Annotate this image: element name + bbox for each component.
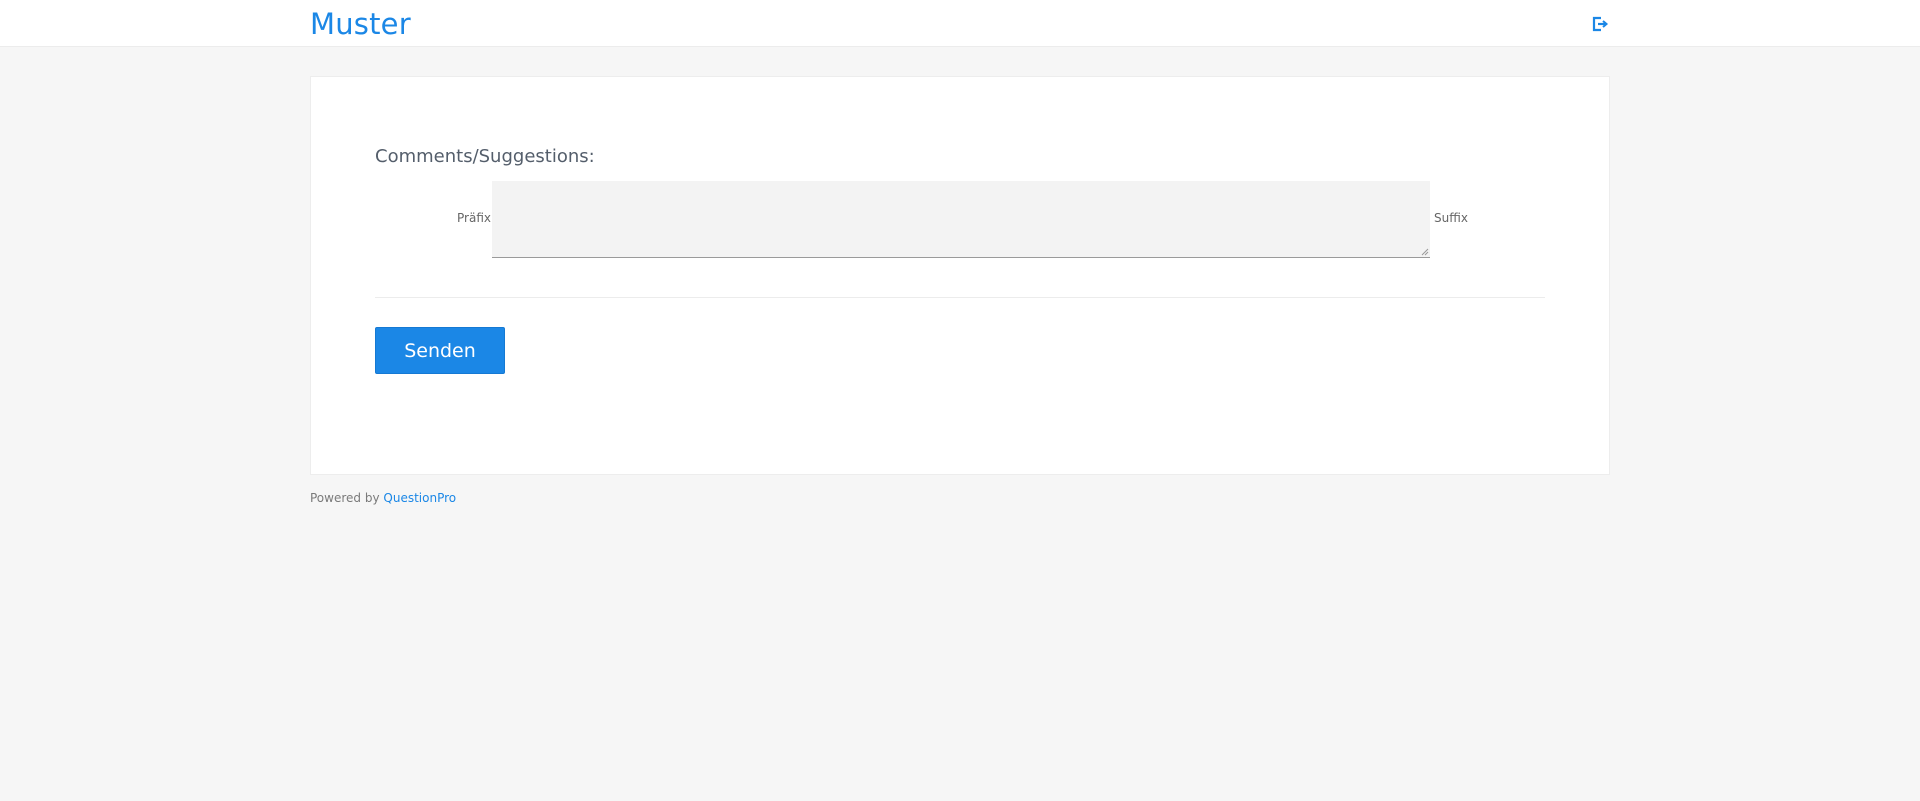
exit-survey-button[interactable] <box>1590 14 1610 34</box>
suffix-label: Suffix <box>1434 211 1468 225</box>
survey-card: Comments/Suggestions: Präfix Suffix Send… <box>310 76 1610 475</box>
questionpro-link[interactable]: QuestionPro <box>383 491 456 505</box>
footer: Powered by QuestionPro <box>310 491 456 505</box>
sign-out-icon <box>1592 16 1609 32</box>
prefix-label: Präfix <box>457 211 491 225</box>
top-bar: Muster <box>0 0 1920 47</box>
resize-grip-icon[interactable] <box>1419 246 1429 256</box>
comments-textarea[interactable] <box>492 181 1430 258</box>
brand-title: Muster <box>310 7 411 41</box>
divider <box>375 297 1545 298</box>
submit-button[interactable]: Senden <box>375 327 505 374</box>
powered-by-text: Powered by <box>310 491 380 505</box>
question-title: Comments/Suggestions: <box>375 146 595 167</box>
